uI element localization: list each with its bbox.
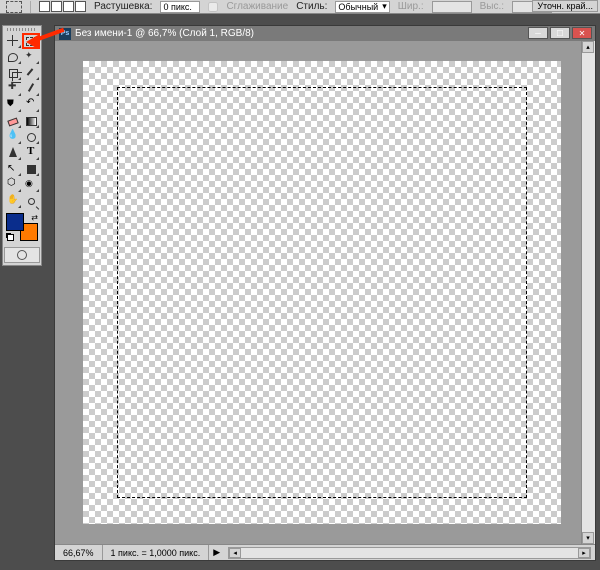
scroll-right-button[interactable]: ▸ — [578, 548, 590, 558]
brush-tool[interactable] — [22, 81, 40, 97]
status-flyout-icon[interactable]: ▶ — [209, 547, 224, 558]
canvas[interactable] — [83, 61, 561, 524]
workspace-background — [0, 14, 600, 25]
zoom-level[interactable]: 66,67% — [55, 545, 103, 560]
style-dropdown[interactable]: Обычный▾ — [335, 1, 389, 13]
shape-tool[interactable] — [22, 161, 40, 177]
panel-grip[interactable] — [7, 28, 37, 31]
feather-label: Растушевка: — [94, 1, 152, 12]
eraser-tool[interactable] — [4, 113, 22, 129]
scale-info[interactable]: 1 пикс. = 1,0000 пикс. — [103, 545, 210, 560]
horizontal-scrollbar[interactable]: ◂ ▸ — [228, 547, 591, 559]
selection-marquee — [117, 87, 527, 498]
height-label: Выс.: — [480, 1, 504, 12]
vertical-scrollbar[interactable]: ▴ ▾ — [581, 41, 595, 544]
document-title: Без имени-1 @ 66,7% (Слой 1, RGB/8) — [75, 28, 254, 39]
3d-camera-tool[interactable] — [22, 177, 40, 193]
lasso-tool[interactable] — [4, 49, 22, 65]
type-tool[interactable] — [22, 145, 40, 161]
spot-healing-tool[interactable] — [4, 81, 22, 97]
ps-icon: Ps — [59, 28, 71, 40]
width-input — [432, 1, 472, 13]
default-colors-icon[interactable] — [6, 233, 14, 241]
close-button[interactable]: ✕ — [572, 27, 592, 39]
hand-tool[interactable] — [4, 193, 22, 209]
scroll-up-button[interactable]: ▴ — [582, 41, 594, 53]
separator — [30, 1, 31, 13]
status-bar: 66,67% 1 пикс. = 1,0000 пикс. ▶ ◂ ▸ — [55, 544, 595, 560]
chevron-down-icon: ▾ — [382, 1, 387, 12]
document-window: Ps Без имени-1 @ 66,7% (Слой 1, RGB/8) ─… — [54, 25, 596, 561]
foreground-color[interactable] — [6, 213, 24, 231]
eyedropper-tool[interactable] — [22, 65, 40, 81]
path-selection-tool[interactable] — [4, 161, 22, 177]
feather-input[interactable] — [160, 1, 200, 13]
pen-tool[interactable] — [4, 145, 22, 161]
quick-mask-icon — [17, 250, 27, 260]
antialias-checkbox — [208, 2, 218, 12]
mode-icons[interactable] — [39, 1, 86, 12]
crop-tool[interactable] — [4, 65, 22, 81]
magic-wand-tool[interactable] — [22, 49, 40, 65]
gradient-tool[interactable] — [22, 113, 40, 129]
minimize-button[interactable]: ─ — [528, 27, 548, 39]
style-label: Стиль: — [296, 1, 327, 12]
swap-colors-icon[interactable]: ⇄ — [31, 213, 38, 222]
scroll-down-button[interactable]: ▾ — [582, 532, 594, 544]
scroll-left-button[interactable]: ◂ — [229, 548, 241, 558]
refine-edge-button[interactable]: Уточн. край... — [532, 0, 598, 12]
color-swatch[interactable]: ⇄ — [6, 213, 38, 241]
3d-tool[interactable] — [4, 177, 22, 193]
rectangular-marquee-tool[interactable] — [22, 33, 40, 49]
toolbox: ⇄ — [2, 25, 42, 266]
antialias-label: Сглаживание — [226, 1, 288, 12]
tool-preset-icon[interactable] — [6, 1, 22, 13]
blur-tool[interactable] — [4, 129, 22, 145]
width-label: Шир.: — [398, 1, 424, 12]
options-bar: Растушевка: Сглаживание Стиль: Обычный▾ … — [0, 0, 600, 14]
canvas-area[interactable] — [55, 41, 581, 544]
clone-stamp-tool[interactable] — [4, 97, 22, 113]
move-tool[interactable] — [4, 33, 22, 49]
zoom-tool[interactable] — [22, 193, 40, 209]
dodge-tool[interactable] — [22, 129, 40, 145]
quick-mask-button[interactable] — [4, 247, 40, 263]
document-titlebar[interactable]: Ps Без имени-1 @ 66,7% (Слой 1, RGB/8) ─… — [55, 26, 595, 41]
history-brush-tool[interactable] — [22, 97, 40, 113]
maximize-button[interactable]: ☐ — [550, 27, 570, 39]
